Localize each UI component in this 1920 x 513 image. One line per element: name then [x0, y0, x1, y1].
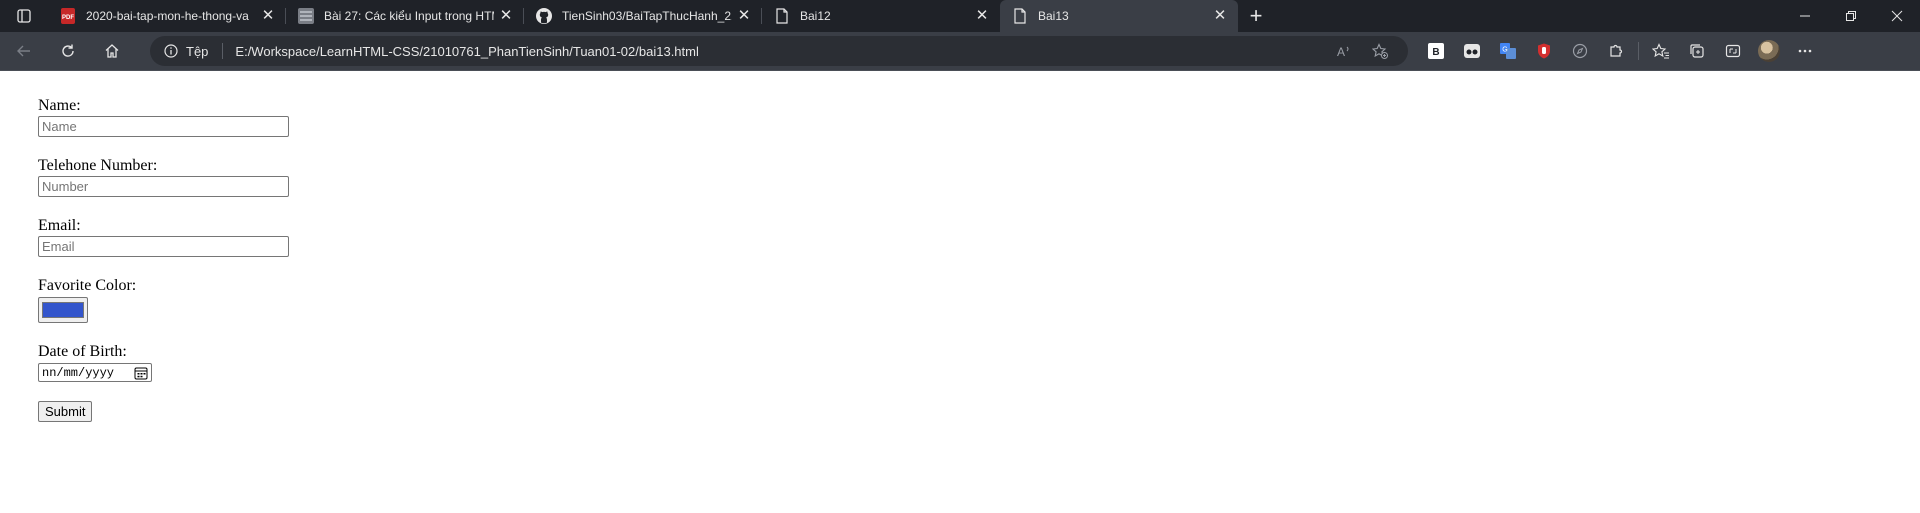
email-input[interactable]: [38, 236, 289, 257]
avatar: [1758, 40, 1780, 62]
tab-actions-button[interactable]: [0, 0, 48, 32]
back-button[interactable]: [4, 36, 44, 66]
more-horizontal-icon: [1798, 49, 1812, 53]
close-icon[interactable]: ✕: [974, 8, 990, 24]
color-label: Favorite Color:: [38, 277, 137, 294]
tab-input-types[interactable]: Bài 27: Các kiểu Input trong HTML ✕: [286, 0, 524, 32]
email-label: Email:: [38, 217, 81, 234]
extensions-row: B G: [1418, 36, 1823, 66]
close-icon[interactable]: ✕: [260, 8, 276, 24]
plus-icon: +: [1249, 3, 1263, 28]
extension-glasses-button[interactable]: [1454, 36, 1490, 66]
tab-title: Bài 27: Các kiểu Input trong HTML: [324, 9, 494, 23]
tab-bai13[interactable]: Bai13 ✕: [1000, 0, 1238, 32]
read-aloud-icon: A: [1337, 45, 1349, 59]
read-aloud-button[interactable]: A: [1326, 36, 1362, 66]
tab-bai12[interactable]: Bai12 ✕: [762, 0, 1000, 32]
site-info-label: Tệp: [186, 43, 209, 59]
info-icon: [164, 44, 178, 58]
new-tab-button[interactable]: +: [1238, 0, 1274, 32]
web-capture-button[interactable]: [1715, 36, 1751, 66]
web-capture-icon: [1725, 44, 1741, 58]
extension-compass-button[interactable]: [1562, 36, 1598, 66]
extension-adblock-button[interactable]: [1526, 36, 1562, 66]
close-icon: [1891, 10, 1903, 22]
svg-text:B: B: [1432, 47, 1439, 58]
color-swatch: [42, 302, 84, 318]
puzzle-icon: [1610, 44, 1623, 57]
minimize-button[interactable]: [1782, 0, 1828, 32]
reload-icon: [62, 44, 74, 57]
favorites-button[interactable]: [1643, 36, 1679, 66]
name-field: Name:: [38, 96, 289, 137]
dob-placeholder: nn/mm/yyyy: [42, 365, 115, 380]
browser-toolbar: Tệp E:/Workspace/LearnHTML-CSS/21010761_…: [0, 32, 1920, 70]
submit-button[interactable]: Submit: [38, 401, 93, 422]
tab-actions-icon: [17, 9, 31, 23]
dob-field: Date of Birth: nn/mm/yyyy: [38, 342, 289, 382]
color-picker[interactable]: [38, 297, 88, 323]
page-thumb-icon: [298, 8, 314, 24]
extension-b-icon: B: [1428, 43, 1444, 59]
profile-button[interactable]: [1751, 36, 1787, 66]
hand-stop-icon: [1538, 43, 1550, 59]
color-field: Favorite Color:: [38, 276, 289, 323]
translate-icon: G: [1500, 43, 1516, 59]
file-icon: [774, 8, 790, 24]
close-window-button[interactable]: [1874, 0, 1920, 32]
name-label: Name:: [38, 97, 81, 114]
extension-b-button[interactable]: B: [1418, 36, 1454, 66]
tab-title: Bai13: [1038, 9, 1069, 23]
dob-label: Date of Birth:: [38, 343, 127, 360]
svg-text:PDF: PDF: [62, 15, 74, 21]
add-favorite-button[interactable]: [1362, 36, 1398, 66]
tab-title: TienSinh03/BaiTapThucHanh_210: [562, 9, 732, 23]
toolbar-divider: [0, 70, 1920, 71]
collections-icon: [1690, 44, 1704, 58]
extensions-button[interactable]: [1598, 36, 1634, 66]
restore-button[interactable]: [1828, 0, 1874, 32]
close-icon[interactable]: ✕: [736, 8, 752, 24]
calendar-icon[interactable]: [134, 366, 148, 380]
tab-strip: PDF 2020-bai-tap-mon-he-thong-va ✕ Bài 2…: [0, 0, 1920, 32]
restore-icon: [1846, 11, 1856, 21]
home-button[interactable]: [92, 36, 132, 66]
contact-form: Name: Telehone Number: Email: Favorite C…: [38, 96, 289, 422]
settings-menu-button[interactable]: [1787, 36, 1823, 66]
collections-button[interactable]: [1679, 36, 1715, 66]
file-icon: [1012, 8, 1028, 24]
tab-github[interactable]: TienSinh03/BaiTapThucHanh_210 ✕: [524, 0, 762, 32]
name-input[interactable]: [38, 116, 289, 137]
close-icon[interactable]: ✕: [498, 8, 514, 24]
tab-title: Bai12: [800, 9, 831, 23]
back-arrow-icon: [17, 45, 30, 57]
pdf-icon: PDF: [60, 8, 76, 24]
email-field: Email:: [38, 216, 289, 257]
phone-field: Telehone Number:: [38, 156, 289, 197]
star-add-icon: [1372, 43, 1388, 59]
address-bar[interactable]: Tệp E:/Workspace/LearnHTML-CSS/21010761_…: [150, 36, 1408, 66]
window-controls: [1782, 0, 1920, 32]
github-icon: [536, 8, 552, 24]
svg-text:G: G: [1502, 47, 1507, 54]
close-icon[interactable]: ✕: [1212, 8, 1228, 24]
reload-button[interactable]: [48, 36, 88, 66]
dob-input[interactable]: nn/mm/yyyy: [38, 363, 152, 382]
extension-translate-button[interactable]: G: [1490, 36, 1526, 66]
phone-label: Telehone Number:: [38, 157, 158, 174]
tab-pdf[interactable]: PDF 2020-bai-tap-mon-he-thong-va ✕: [48, 0, 286, 32]
svg-text:A: A: [1337, 45, 1345, 59]
url-text[interactable]: E:/Workspace/LearnHTML-CSS/21010761_Phan…: [235, 44, 698, 59]
glasses-icon: [1464, 44, 1480, 58]
tab-title: 2020-bai-tap-mon-he-thong-va: [86, 9, 249, 23]
site-info-button[interactable]: Tệp: [150, 43, 224, 59]
compass-icon: [1572, 43, 1588, 59]
home-icon: [105, 44, 119, 58]
toolbar-divider: [1638, 42, 1639, 60]
minimize-icon: [1800, 15, 1810, 17]
favorites-icon: [1652, 43, 1669, 59]
phone-input[interactable]: [38, 176, 289, 197]
